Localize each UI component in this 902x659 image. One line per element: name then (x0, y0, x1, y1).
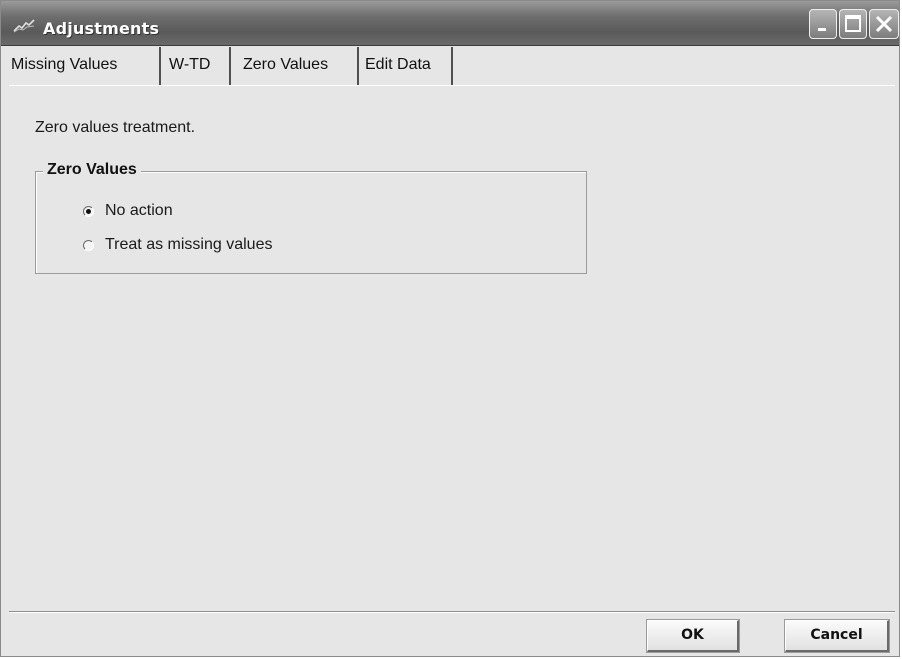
radio-checked-icon[interactable] (83, 205, 94, 217)
minimize-button[interactable] (809, 9, 837, 39)
maximize-button[interactable] (839, 9, 867, 39)
tab-edit-data[interactable]: Edit Data (359, 47, 453, 85)
radio-label: No action (105, 202, 173, 219)
ok-button[interactable]: OK (646, 619, 740, 653)
close-button[interactable] (869, 9, 899, 39)
cancel-button[interactable]: Cancel (784, 619, 890, 653)
description-text: Zero values treatment. (35, 119, 196, 136)
tab-content-panel (9, 85, 895, 611)
radio-label: Treat as missing values (105, 236, 273, 253)
adjustments-window: Adjustments Missing Values W-TD Zero Val… (0, 0, 900, 657)
radio-no-action[interactable]: No action (83, 200, 173, 222)
title-bar[interactable]: Adjustments (1, 1, 899, 46)
close-icon (875, 15, 893, 33)
button-bar-separator (9, 611, 895, 613)
tab-zero-values[interactable]: Zero Values (231, 47, 359, 87)
tab-label: Edit Data (365, 56, 431, 73)
tab-w-td[interactable]: W-TD (161, 47, 231, 85)
tab-label: Missing Values (11, 56, 118, 73)
radio-treat-as-missing[interactable]: Treat as missing values (83, 234, 272, 256)
tab-label: W-TD (169, 56, 211, 73)
radio-unchecked-icon[interactable] (83, 239, 94, 251)
chart-line-icon (13, 19, 35, 33)
maximize-icon (845, 15, 861, 32)
tab-missing-values[interactable]: Missing Values (9, 47, 161, 85)
tab-label: Zero Values (243, 56, 329, 73)
zero-values-group (35, 171, 587, 274)
group-title: Zero Values (43, 161, 141, 179)
minimize-icon (818, 28, 826, 31)
window-title: Adjustments (43, 19, 160, 38)
